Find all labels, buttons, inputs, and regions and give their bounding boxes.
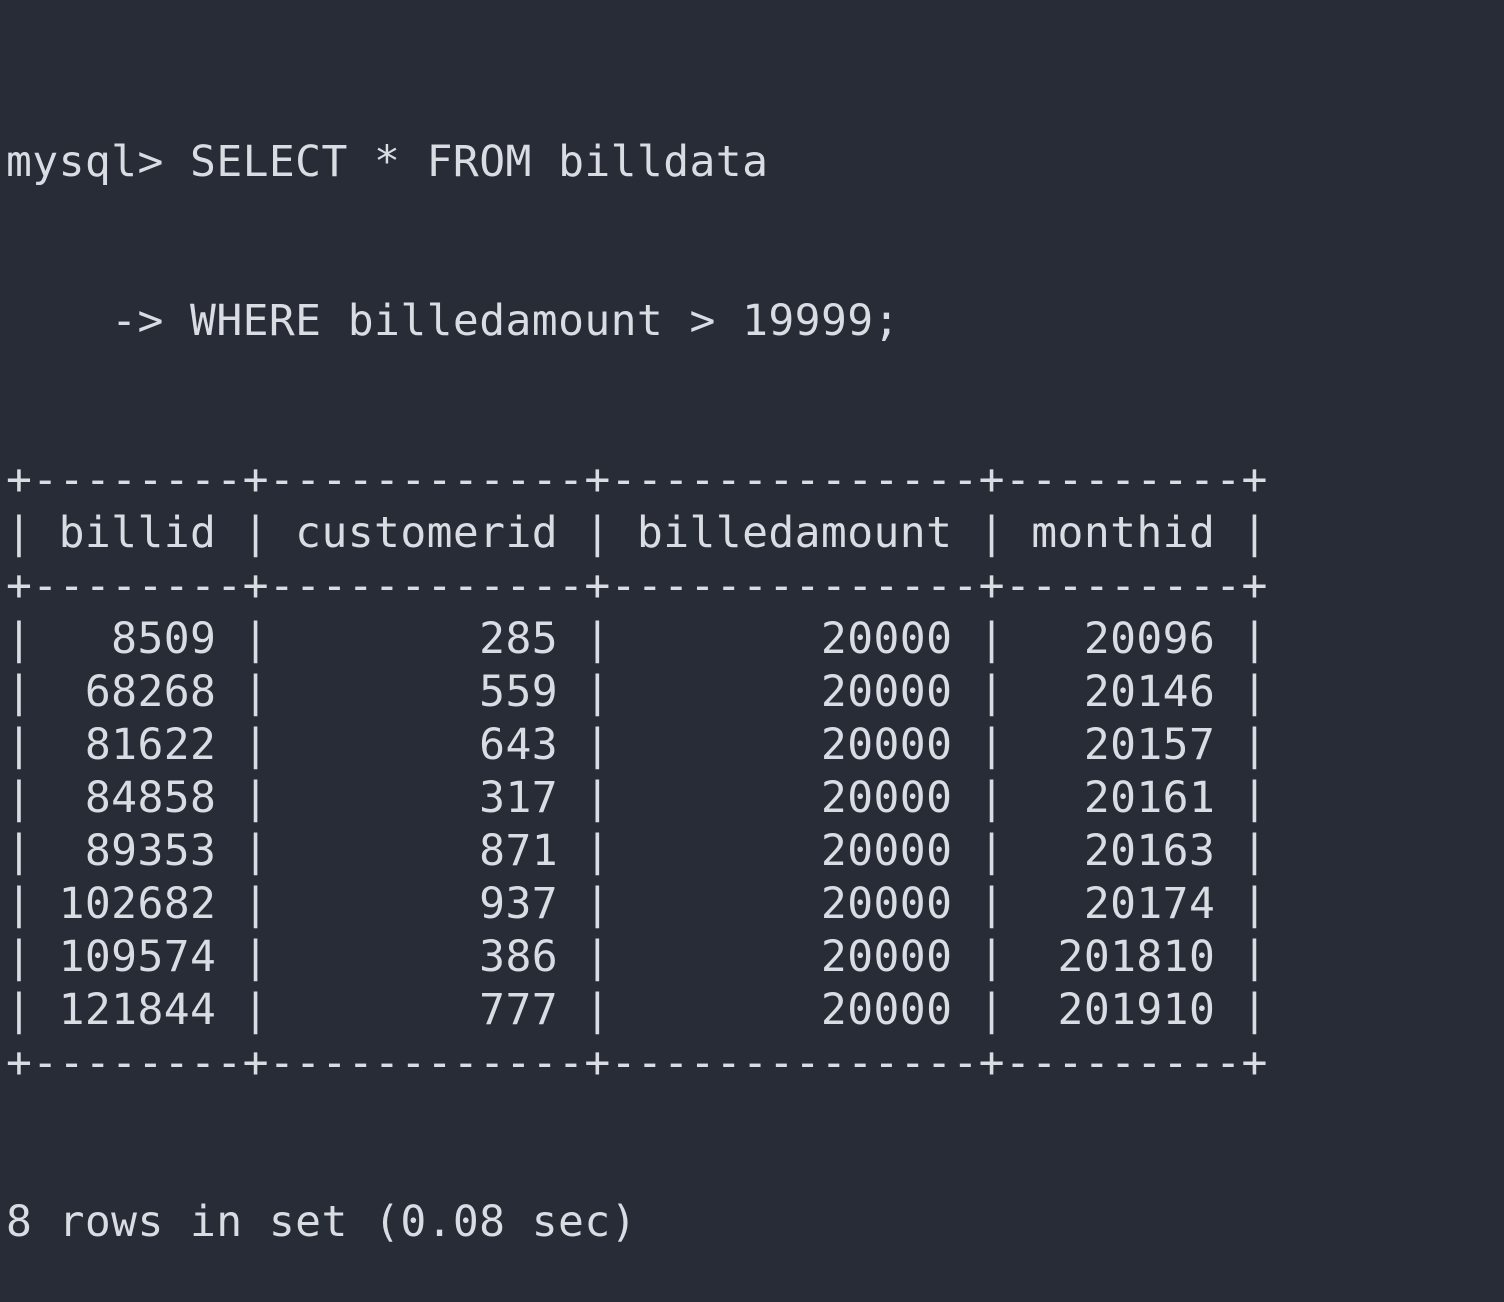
table-border: +--------+------------+--------------+--… — [6, 1038, 1268, 1088]
query-line-1: mysql> SELECT * FROM billdata — [6, 136, 1268, 189]
table-row: | 84858 | 317 | 20000 | 20161 | — [6, 773, 1268, 823]
result-summary: 8 rows in set (0.08 sec) — [6, 1197, 637, 1247]
query-text-2: WHERE billedamount > 19999; — [190, 296, 900, 346]
terminal-output: mysql> SELECT * FROM billdata -> WHERE b… — [6, 30, 1268, 1302]
mysql-prompt: mysql> — [6, 137, 191, 187]
query-text-1: SELECT * FROM billdata — [190, 137, 769, 187]
result-table: +--------+------------+--------------+--… — [6, 454, 1268, 1090]
table-border: +--------+------------+--------------+--… — [6, 455, 1268, 505]
table-header: | billid | customerid | billedamount | m… — [6, 508, 1268, 558]
table-row: | 109574 | 386 | 20000 | 201810 | — [6, 932, 1268, 982]
table-row: | 121844 | 777 | 20000 | 201910 | — [6, 985, 1268, 1035]
continuation-prompt: -> — [6, 296, 191, 346]
query-line-2: -> WHERE billedamount > 19999; — [6, 295, 1268, 348]
table-row: | 81622 | 643 | 20000 | 20157 | — [6, 720, 1268, 770]
table-row: | 102682 | 937 | 20000 | 20174 | — [6, 879, 1268, 929]
table-border: +--------+------------+--------------+--… — [6, 561, 1268, 611]
table-row: | 89353 | 871 | 20000 | 20163 | — [6, 826, 1268, 876]
table-row: | 8509 | 285 | 20000 | 20096 | — [6, 614, 1268, 664]
table-row: | 68268 | 559 | 20000 | 20146 | — [6, 667, 1268, 717]
terminal-window: { "terminal": { "prompt": "mysql> ", "qu… — [0, 0, 1504, 1247]
